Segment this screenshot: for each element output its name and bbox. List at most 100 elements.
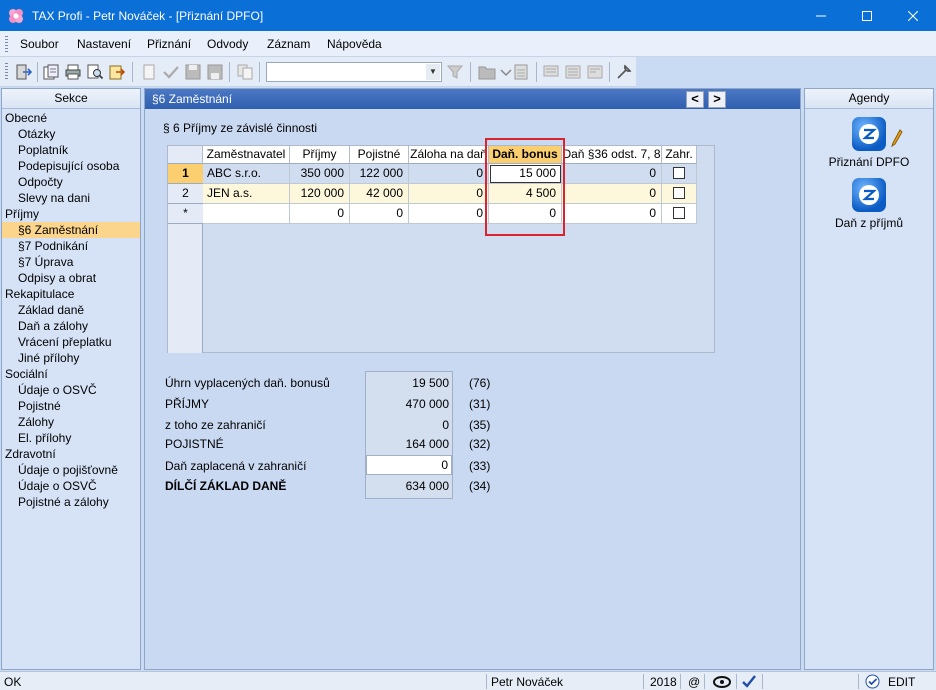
cell-dan-36[interactable]: 0	[562, 204, 662, 224]
sidebar-item[interactable]: Odpočty	[2, 174, 140, 190]
save-icon[interactable]	[184, 63, 202, 81]
foreign-tax-input[interactable]: 0	[366, 455, 452, 475]
close-button[interactable]	[890, 0, 936, 31]
folder-icon[interactable]	[478, 63, 496, 81]
cell-zaloha[interactable]: 0	[409, 204, 489, 224]
sidebar-category[interactable]: Zdravotní	[2, 446, 140, 462]
list-icon[interactable]	[564, 63, 582, 81]
save-all-icon[interactable]	[206, 63, 224, 81]
summary-label: PŘÍJMY	[165, 397, 210, 411]
sidebar-item[interactable]: Pojistné a zálohy	[2, 494, 140, 510]
sidebar-item[interactable]: §7 Úprava	[2, 254, 140, 270]
cell-zaloha[interactable]: 0	[409, 164, 489, 184]
sidebar-item[interactable]: §7 Podnikání	[2, 238, 140, 254]
sidebar-item[interactable]: Zálohy	[2, 414, 140, 430]
cell-pojistne[interactable]: 122 000	[350, 164, 409, 184]
menu-napoveda[interactable]: Nápověda	[327, 37, 382, 51]
copy-icon[interactable]	[236, 63, 254, 81]
col-header-pojistne[interactable]: Pojistné	[350, 146, 409, 164]
summary-label: z toho ze zahraničí	[165, 418, 266, 432]
confirm-icon[interactable]	[162, 63, 180, 81]
sidebar-item[interactable]: Údaje o pojišťovně	[2, 462, 140, 478]
sidebar-item[interactable]: Pojistné	[2, 398, 140, 414]
sidebar-item[interactable]: Základ daně	[2, 302, 140, 318]
sidebar-item[interactable]: Podepisující osoba	[2, 158, 140, 174]
sidebar-item[interactable]: Údaje o OSVČ	[2, 382, 140, 398]
menu-priznani[interactable]: Přiznání	[147, 37, 191, 51]
col-header-zaloha[interactable]: Záloha na daň	[409, 146, 489, 164]
prev-section-button[interactable]: <	[686, 91, 704, 108]
toolbar-combo[interactable]: ▼	[266, 62, 442, 82]
post-horn-icon[interactable]	[712, 675, 732, 688]
new-record-icon[interactable]	[140, 63, 158, 81]
row-header[interactable]: 2	[168, 184, 203, 204]
app-logo-icon	[9, 9, 23, 23]
sidebar-item[interactable]: Daň a zálohy	[2, 318, 140, 334]
menu-odvody[interactable]: Odvody	[207, 37, 248, 51]
cell-zaloha[interactable]: 0	[409, 184, 489, 204]
cell-prijmy[interactable]: 350 000	[290, 164, 350, 184]
maximize-button[interactable]	[844, 0, 890, 31]
export-icon[interactable]	[108, 63, 126, 81]
minimize-button[interactable]	[798, 0, 844, 31]
sidebar-item[interactable]: Údaje o OSVČ	[2, 478, 140, 494]
menu-soubor[interactable]: Soubor	[20, 37, 59, 51]
calculator-icon[interactable]	[512, 63, 530, 81]
save-as-icon[interactable]	[42, 63, 60, 81]
col-header-dan-36[interactable]: Daň §36 odst. 7, 8	[562, 146, 662, 164]
next-section-button[interactable]: >	[708, 91, 726, 108]
cell-employer[interactable]: JEN a.s.	[203, 184, 290, 204]
sidebar-item[interactable]: §6 Zaměstnání	[2, 222, 140, 238]
cell-employer[interactable]: ABC s.r.o.	[203, 164, 290, 184]
sidebar-item[interactable]: Vrácení přeplatku	[2, 334, 140, 350]
notes-icon[interactable]	[586, 63, 604, 81]
row-header[interactable]: 1	[168, 164, 203, 184]
print-icon[interactable]	[64, 63, 82, 81]
cell-dan-36[interactable]: 0	[562, 184, 662, 204]
menubar-grip[interactable]	[5, 36, 8, 52]
exit-icon[interactable]	[14, 63, 32, 81]
print-preview-icon[interactable]	[86, 63, 104, 81]
sections-panel-title: Sekce	[2, 89, 140, 109]
edit-mode-icon	[865, 674, 880, 689]
sidebar-category[interactable]: Obecné	[2, 110, 140, 126]
cell-employer[interactable]	[203, 204, 290, 224]
cell-pojistne[interactable]: 42 000	[350, 184, 409, 204]
agenda-priznani-dpfo[interactable]: Přiznání DPFO	[805, 117, 933, 169]
employers-grid: Zaměstnavatel Příjmy Pojistné Záloha na …	[167, 145, 715, 353]
sidebar-category[interactable]: Sociální	[2, 366, 140, 382]
sidebar-category[interactable]: Příjmy	[2, 206, 140, 222]
sidebar-category[interactable]: Rekapitulace	[2, 286, 140, 302]
sidebar-item[interactable]: El. přílohy	[2, 430, 140, 446]
cell-pojistne[interactable]: 0	[350, 204, 409, 224]
sidebar-item[interactable]: Odpisy a obrat	[2, 270, 140, 286]
cell-dan-36[interactable]: 0	[562, 164, 662, 184]
comment-icon[interactable]	[542, 63, 560, 81]
toolbar-grip[interactable]	[5, 63, 8, 81]
zahr-checkbox[interactable]	[673, 167, 685, 179]
main-panel: §6 Zaměstnání < > § 6 Příjmy ze závislé …	[144, 88, 801, 670]
zahr-checkbox[interactable]	[673, 207, 685, 219]
status-at: @	[688, 675, 701, 689]
tools-icon[interactable]	[615, 63, 633, 81]
col-header-prijmy[interactable]: Příjmy	[290, 146, 350, 164]
chevron-down-icon[interactable]: ▼	[426, 64, 440, 80]
sidebar-item[interactable]: Jiné přílohy	[2, 350, 140, 366]
sidebar-item[interactable]: Slevy na dani	[2, 190, 140, 206]
highlight-box	[485, 138, 565, 236]
menu-nastaveni[interactable]: Nastavení	[77, 37, 131, 51]
cell-zahr	[662, 184, 697, 204]
check-icon[interactable]	[741, 674, 757, 689]
cell-prijmy[interactable]: 0	[290, 204, 350, 224]
agenda-dan-z-prijmu[interactable]: Daň z příjmů	[805, 178, 933, 230]
summary-value: 470 000	[405, 397, 449, 411]
cell-prijmy[interactable]: 120 000	[290, 184, 350, 204]
new-row-header[interactable]: *	[168, 204, 203, 224]
col-header-zamestnavatel[interactable]: Zaměstnavatel	[203, 146, 290, 164]
filter-icon[interactable]	[446, 63, 464, 81]
col-header-zahr[interactable]: Zahr.	[662, 146, 697, 164]
sidebar-item[interactable]: Poplatník	[2, 142, 140, 158]
sidebar-item[interactable]: Otázky	[2, 126, 140, 142]
menu-zaznam[interactable]: Záznam	[267, 37, 310, 51]
zahr-checkbox[interactable]	[673, 187, 685, 199]
